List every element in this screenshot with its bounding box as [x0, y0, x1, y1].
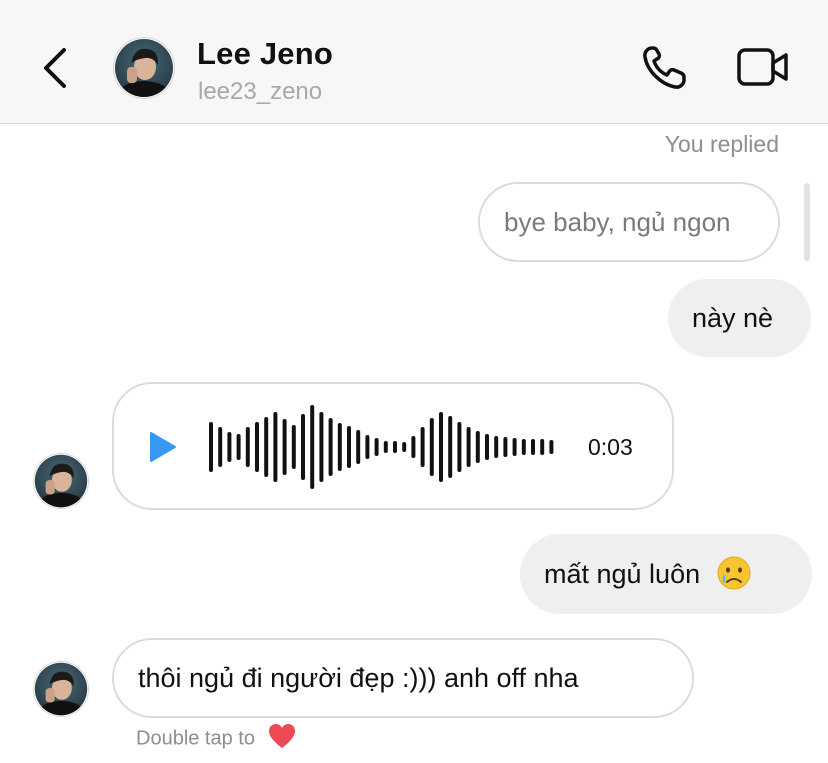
sent-message-bubble[interactable]: này nè: [668, 279, 811, 357]
contact-avatar[interactable]: [113, 37, 175, 99]
chat-header: Lee Jeno lee23_zeno: [0, 0, 828, 124]
thread-scrollbar[interactable]: [804, 183, 810, 261]
sender-avatar[interactable]: [33, 453, 89, 509]
received-message-text: thôi ngủ đi người đẹp :))) anh off nha: [138, 663, 579, 693]
play-icon: [150, 432, 176, 462]
voice-call-button[interactable]: [640, 44, 690, 92]
sender-avatar[interactable]: [33, 661, 89, 717]
crying-face-emoji-icon: [717, 556, 751, 590]
video-camera-icon: [737, 48, 788, 86]
received-message-bubble[interactable]: thôi ngủ đi người đẹp :))) anh off nha: [112, 638, 694, 718]
heart-icon[interactable]: [267, 722, 297, 750]
sent-message-text: này nè: [692, 303, 774, 333]
phone-icon: [643, 46, 686, 89]
video-call-button[interactable]: [736, 44, 790, 90]
contact-handle: lee23_zeno: [198, 78, 323, 105]
contact-name[interactable]: Lee Jeno: [197, 36, 333, 72]
play-button[interactable]: [148, 430, 178, 464]
sent-message-text: mất ngủ luôn: [544, 559, 701, 589]
waveform: [209, 405, 554, 489]
sent-message-bubble[interactable]: mất ngủ luôn: [520, 534, 812, 614]
replied-message-text: bye baby, ngủ ngon: [504, 207, 731, 237]
voice-message-bubble[interactable]: 0:03: [112, 382, 674, 510]
back-button[interactable]: [38, 44, 74, 92]
double-tap-label: Double tap to: [136, 727, 255, 750]
voice-duration: 0:03: [588, 434, 633, 460]
double-tap-hint: Double tap to: [136, 722, 297, 753]
you-replied-label: You replied: [664, 131, 779, 157]
chevron-left-icon: [44, 48, 66, 88]
replied-message-bubble[interactable]: bye baby, ngủ ngon: [478, 182, 780, 262]
